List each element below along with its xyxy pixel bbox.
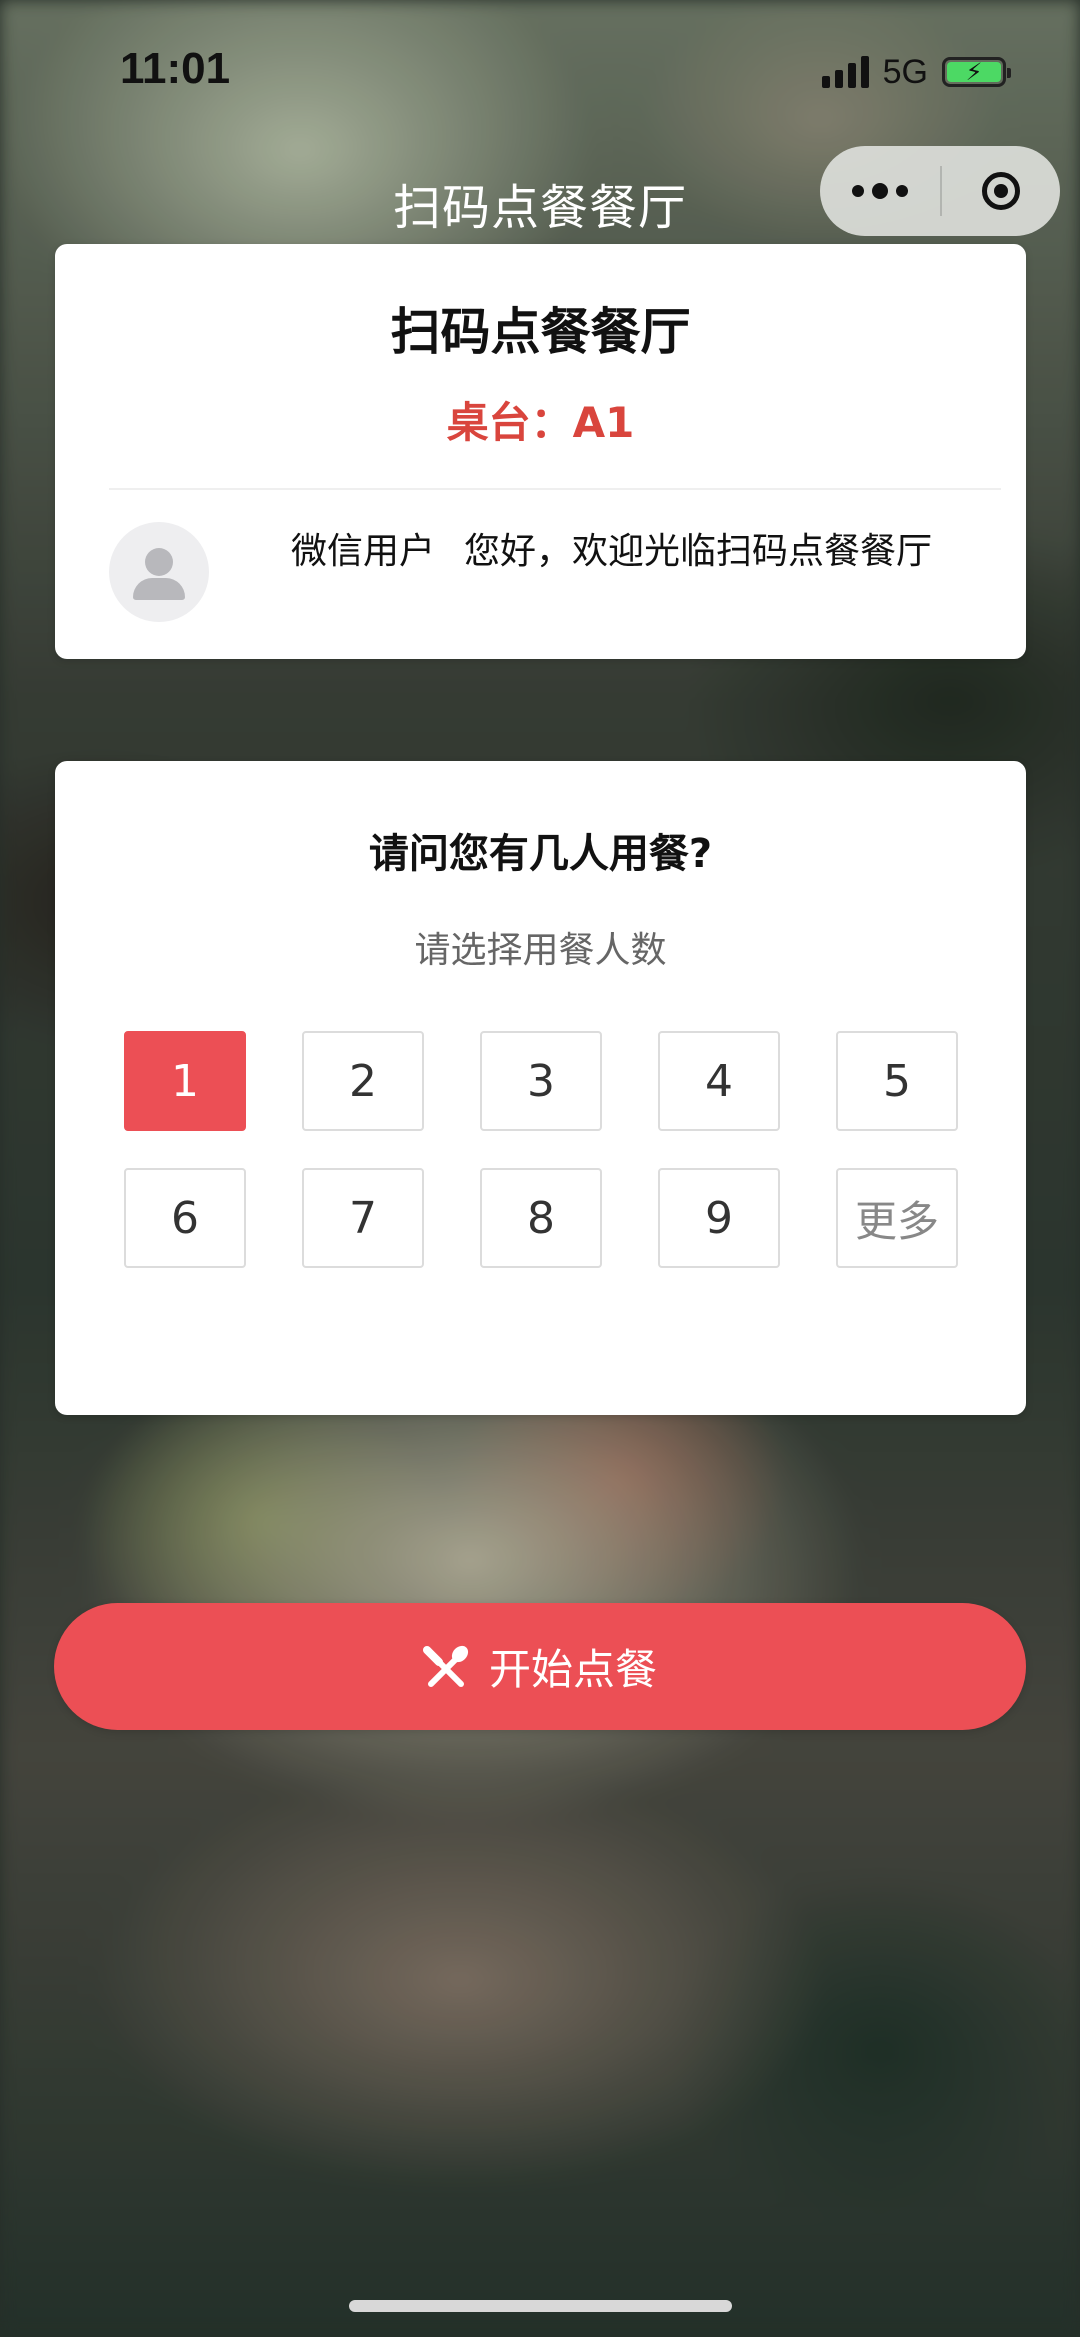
status-bar: 11:01 5G ⚡ bbox=[0, 0, 1080, 140]
home-indicator[interactable] bbox=[349, 2300, 732, 2312]
welcome-message: 您好，欢迎光临扫码点餐餐厅 bbox=[464, 531, 933, 572]
diner-question: 请问您有几人用餐? bbox=[368, 831, 713, 877]
diner-option-more[interactable]: 更多 bbox=[836, 1168, 958, 1268]
start-ordering-label: 开始点餐 bbox=[488, 1645, 657, 1694]
diner-option-1[interactable]: 1 bbox=[124, 1031, 246, 1131]
diner-count-card: 请问您有几人用餐? 请选择用餐人数 1 2 3 4 5 6 7 8 9 更多 bbox=[55, 761, 1026, 1415]
more-dots-icon[interactable] bbox=[820, 146, 940, 236]
restaurant-card: 扫码点餐餐厅 桌台：A1 微信用户 您好，欢迎光临扫码点餐餐厅 bbox=[55, 244, 1026, 659]
diner-hint: 请选择用餐人数 bbox=[414, 930, 667, 971]
target-close-icon[interactable] bbox=[942, 146, 1060, 236]
avatar bbox=[109, 522, 209, 622]
restaurant-name: 扫码点餐餐厅 bbox=[390, 303, 691, 361]
user-row: 微信用户 您好，欢迎光临扫码点餐餐厅 bbox=[109, 516, 996, 626]
diner-option-3[interactable]: 3 bbox=[480, 1031, 602, 1131]
battery-icon: ⚡ bbox=[942, 57, 1011, 87]
network-type: 5G bbox=[882, 52, 928, 91]
table-label: 桌台：A1 bbox=[446, 398, 635, 447]
diner-option-4[interactable]: 4 bbox=[658, 1031, 780, 1131]
diner-option-8[interactable]: 8 bbox=[480, 1168, 602, 1268]
card-divider bbox=[109, 488, 1001, 490]
diner-option-5[interactable]: 5 bbox=[836, 1031, 958, 1131]
diner-option-7[interactable]: 7 bbox=[302, 1168, 424, 1268]
start-ordering-button[interactable]: 开始点餐 bbox=[54, 1603, 1026, 1730]
diner-option-6[interactable]: 6 bbox=[124, 1168, 246, 1268]
signal-icon bbox=[821, 56, 869, 88]
utensils-icon bbox=[422, 1645, 469, 1687]
diner-option-9[interactable]: 9 bbox=[658, 1168, 780, 1268]
diner-option-2[interactable]: 2 bbox=[302, 1031, 424, 1131]
miniprogram-capsule bbox=[820, 146, 1060, 236]
user-name: 微信用户 bbox=[291, 531, 436, 572]
status-time: 11:01 bbox=[120, 44, 231, 93]
status-indicators: 5G ⚡ bbox=[821, 50, 1011, 94]
user-silhouette-icon bbox=[145, 548, 173, 576]
